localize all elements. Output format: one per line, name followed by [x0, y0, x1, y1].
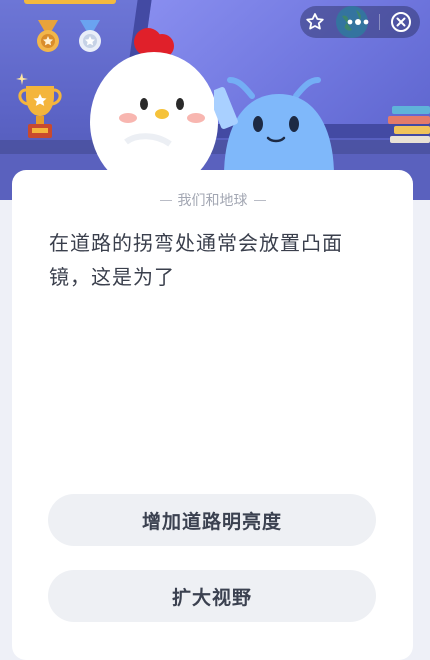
question-card: 我们和地球 在道路的拐弯处通常会放置凸面镜，这是为了 增加道路明亮度 扩大视野	[12, 170, 413, 660]
tag-dash-right	[253, 199, 266, 201]
answer-option-1[interactable]: 增加道路明亮度	[48, 494, 376, 546]
answer-option-2[interactable]: 扩大视野	[48, 570, 376, 622]
chicken-mascot	[90, 28, 218, 182]
close-circle-icon	[391, 12, 411, 32]
trophy-icon	[16, 73, 62, 138]
favorite-button[interactable]	[300, 6, 330, 38]
close-button[interactable]	[382, 6, 420, 38]
bronze-medal-icon	[37, 20, 59, 52]
mini-program-actions	[300, 6, 420, 38]
section-tag-label: 我们和地球	[177, 193, 248, 209]
star-icon	[306, 13, 324, 30]
more-button[interactable]	[340, 6, 376, 38]
more-dots-icon	[347, 19, 369, 25]
books-icon	[388, 106, 430, 143]
question-text: 在道路的拐弯处通常会放置凸面镜，这是为了	[49, 231, 343, 289]
section-tag: 我们和地球	[12, 190, 413, 210]
pill-divider	[379, 14, 380, 30]
alien-mascot	[214, 77, 334, 176]
banner-strip	[24, 0, 116, 4]
tag-dash-left	[159, 199, 172, 201]
